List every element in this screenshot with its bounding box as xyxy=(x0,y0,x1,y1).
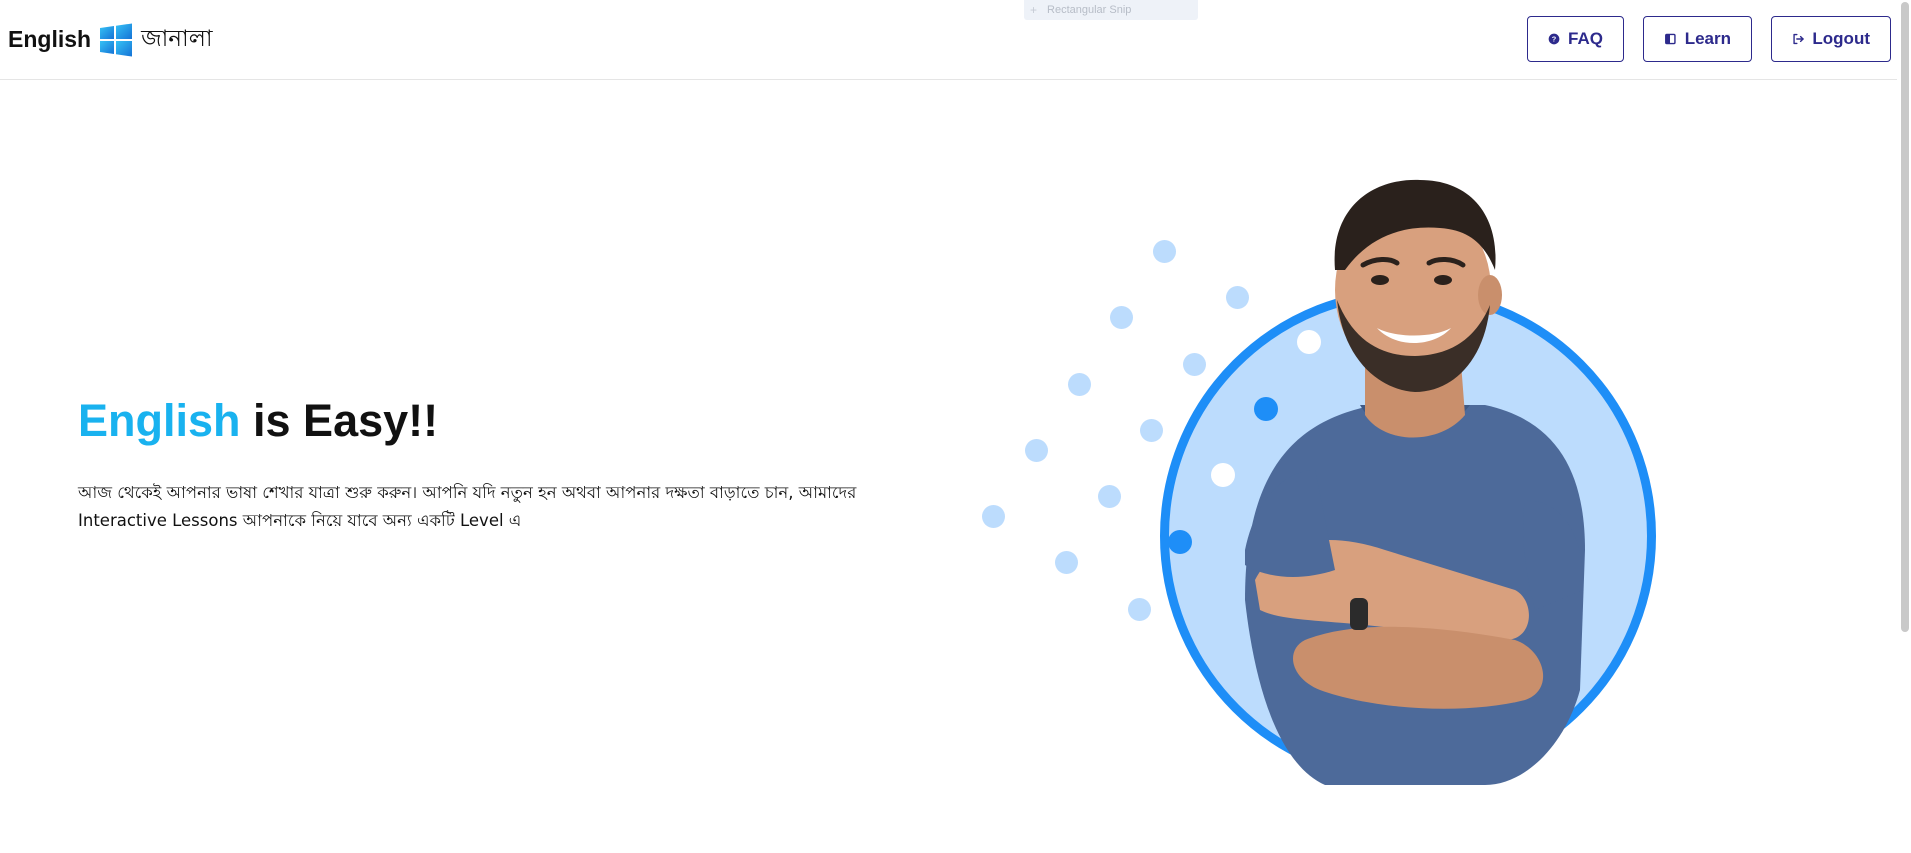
decor-dot xyxy=(1128,598,1151,621)
hero-title-rest: is Easy!! xyxy=(240,395,439,446)
decor-dot xyxy=(1098,485,1121,508)
decor-dot xyxy=(1153,240,1176,263)
decor-dot xyxy=(982,505,1005,528)
snip-mode-label: Rectangular Snip xyxy=(1047,4,1132,16)
decor-dot xyxy=(1068,373,1091,396)
decor-dot xyxy=(1140,419,1163,442)
smiling-man-photo xyxy=(1245,179,1585,785)
logout-button[interactable]: Logout xyxy=(1771,16,1891,62)
brand-english-text: English xyxy=(8,26,92,52)
decor-dot xyxy=(1055,551,1078,574)
nav-buttons: ? FAQ Learn Logout xyxy=(1527,16,1891,62)
plus-icon: + xyxy=(1030,3,1038,17)
book-icon xyxy=(1665,33,1676,45)
faq-label: FAQ xyxy=(1568,29,1603,48)
windows-logo-icon xyxy=(99,23,133,57)
brand-bangla-text: জানালা xyxy=(141,26,213,52)
decor-dot xyxy=(1110,306,1133,329)
decor-dot xyxy=(1025,439,1048,462)
svg-text:?: ? xyxy=(1552,35,1557,44)
hero-title: English is Easy!! xyxy=(78,395,438,447)
hero-description: আজ থেকেই আপনার ভাষা শেখার যাত্রা শুরু কর… xyxy=(78,483,857,530)
faq-button[interactable]: ? FAQ xyxy=(1527,16,1624,62)
question-circle-icon: ? xyxy=(1548,33,1560,45)
hero-title-accent: English xyxy=(78,395,241,446)
learn-label: Learn xyxy=(1684,29,1731,48)
learn-button[interactable]: Learn xyxy=(1643,16,1752,62)
scrollbar-thumb[interactable] xyxy=(1901,2,1909,632)
snip-toolbar[interactable]: + Rectangular Snip xyxy=(1024,0,1198,20)
logout-icon xyxy=(1793,33,1804,45)
top-navbar: English জানালা + Rectangular Snip ? FAQ … xyxy=(0,0,1911,80)
page-scrollbar[interactable] xyxy=(1897,0,1911,853)
logout-label: Logout xyxy=(1812,29,1870,48)
hero-illustration xyxy=(970,170,1670,810)
brand-logo[interactable]: English জানালা xyxy=(8,20,213,59)
